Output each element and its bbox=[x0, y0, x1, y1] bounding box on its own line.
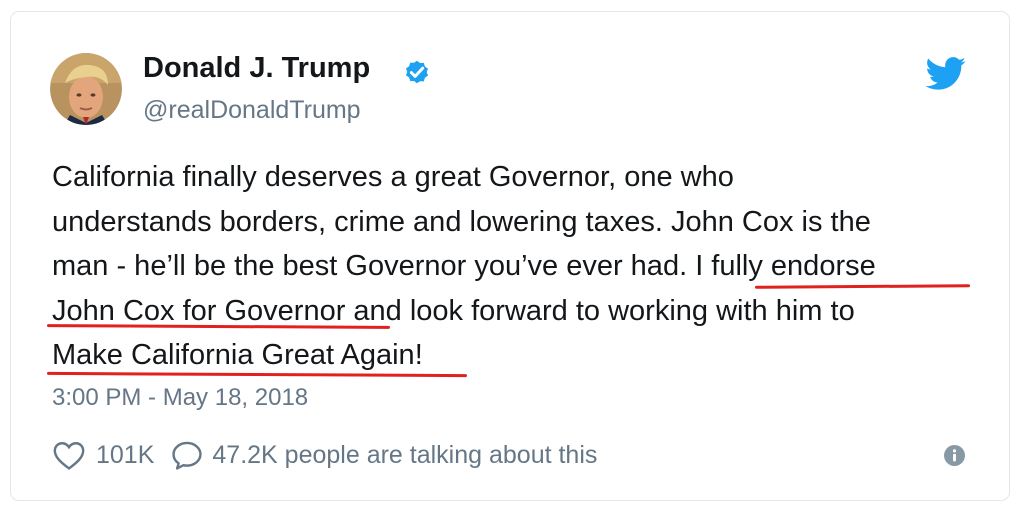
text-segment: man - he’ll be the best Governor you’ve … bbox=[52, 250, 696, 282]
tweet-text-line: understands borders, crime and lowering … bbox=[52, 200, 992, 245]
info-icon[interactable] bbox=[944, 445, 965, 466]
tweet-timestamp[interactable]: 3:00 PM - May 18, 2018 bbox=[52, 384, 308, 412]
twitter-bird-icon[interactable] bbox=[925, 57, 967, 91]
tweet-text: California finally deserves a great Gove… bbox=[52, 155, 992, 378]
reply-bubble-icon[interactable] bbox=[170, 439, 204, 471]
tweet-text-line: California finally deserves a great Gove… bbox=[52, 155, 992, 200]
highlighted-text: I fully endorse bbox=[695, 250, 876, 282]
conversation-count[interactable]: 47.2K people are talking about this bbox=[212, 441, 597, 470]
tweet-text-line: man - he’ll be the best Governor you’ve … bbox=[52, 244, 992, 289]
avatar[interactable] bbox=[50, 53, 122, 125]
tweet-actions: 101K 47.2K people are talking about this bbox=[52, 437, 597, 473]
highlighted-text: John Cox for Governor bbox=[52, 294, 346, 327]
highlighted-text: Make California Great Again bbox=[52, 339, 415, 371]
text-segment: ! bbox=[414, 339, 423, 371]
author-handle[interactable]: @realDonaldTrump bbox=[143, 96, 361, 125]
text-segment: understands borders, crime and lowering … bbox=[52, 205, 871, 238]
like-count[interactable]: 101K bbox=[96, 441, 154, 470]
text-segment: and look forward to working with him to bbox=[345, 294, 855, 327]
text-segment: California finally deserves a great Gove… bbox=[52, 161, 734, 193]
heart-icon[interactable] bbox=[52, 439, 86, 471]
verified-badge-icon bbox=[406, 60, 428, 84]
author-display-name[interactable]: Donald J. Trump bbox=[143, 52, 370, 85]
tweet-text-line: Make California Great Again! bbox=[52, 333, 992, 378]
